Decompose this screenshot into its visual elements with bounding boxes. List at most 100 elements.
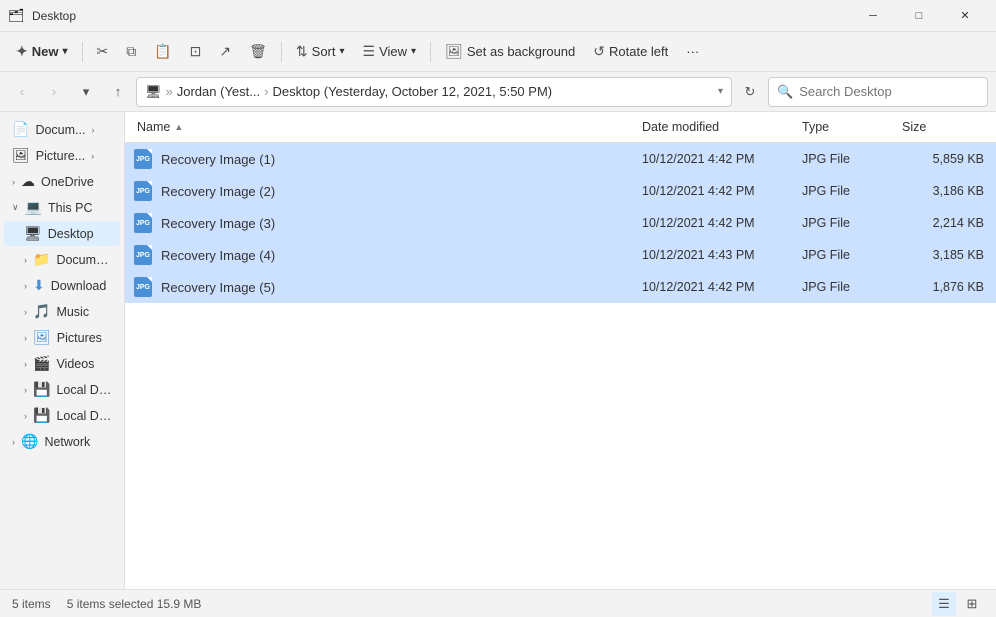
sidebar-item-label: Local Disk [56, 383, 112, 397]
column-date[interactable]: Date modified [638, 116, 798, 138]
file-list-header: Name ▲ Date modified Type Size [125, 112, 996, 143]
sidebar-item-pictures[interactable]: › 🖼 Pictures [4, 325, 120, 350]
documents-icon: 📁 [33, 251, 50, 268]
new-button[interactable]: ✦ New ▾ [8, 39, 76, 64]
back-icon: ‹ [20, 84, 24, 99]
selected-info: 5 items selected 15.9 MB [67, 597, 202, 611]
share-button[interactable]: ↗ [211, 39, 239, 64]
sidebar-item-label: Pictures [57, 331, 102, 345]
table-row[interactable]: JPG Recovery Image (5) 10/12/2021 4:42 P… [125, 271, 996, 303]
grid-view-button[interactable]: ⊞ [960, 592, 984, 616]
view-button[interactable]: ☰ View ▾ [355, 39, 425, 64]
background-icon: 🖼 [445, 43, 463, 60]
address-box[interactable]: 🖥 » Jordan (Yest... › Desktop (Yesterday… [136, 77, 732, 107]
sidebar: 📄 Docum... › 🖼 Picture... › › ☁ OneDrive… [0, 112, 125, 589]
search-input[interactable] [799, 84, 979, 99]
address-bar: ‹ › ▾ ↑ 🖥 » Jordan (Yest... › Desktop (Y… [0, 72, 996, 112]
forward-button[interactable]: › [40, 78, 68, 106]
chevron-right-icon: › [12, 177, 15, 187]
recent-locations-button[interactable]: ▾ [72, 78, 100, 106]
sidebar-item-desktop[interactable]: 🖥 Desktop [4, 221, 120, 246]
chevron-right-icon: › [24, 333, 27, 343]
rename-button[interactable]: ⊡ [182, 39, 210, 64]
sort-asc-icon: ▲ [174, 122, 183, 132]
chevron-down-icon: ∨ [12, 202, 19, 213]
minimize-button[interactable]: ─ [850, 0, 896, 32]
view-icon: ☰ [363, 43, 376, 60]
file-type: JPG File [798, 244, 898, 266]
table-row[interactable]: JPG Recovery Image (4) 10/12/2021 4:43 P… [125, 239, 996, 271]
search-box[interactable]: 🔍 [768, 77, 988, 107]
music-icon: 🎵 [33, 303, 50, 320]
rotate-left-button[interactable]: ↺ Rotate left [585, 39, 676, 64]
table-row[interactable]: JPG Recovery Image (3) 10/12/2021 4:42 P… [125, 207, 996, 239]
this-pc-icon: 💻 [25, 199, 42, 216]
status-right: ☰ ⊞ [932, 592, 984, 616]
sidebar-item-onedrive[interactable]: › ☁ OneDrive [4, 169, 120, 194]
rename-icon: ⊡ [190, 43, 202, 60]
sidebar-item-documents[interactable]: › 📁 Documen... [4, 247, 120, 272]
sidebar-item-music[interactable]: › 🎵 Music [4, 299, 120, 324]
toolbar-sep-2 [281, 42, 282, 62]
cut-button[interactable]: ✂ [89, 39, 117, 64]
status-bar: 5 items 5 items selected 15.9 MB ☰ ⊞ [0, 589, 996, 617]
file-type: JPG File [798, 180, 898, 202]
copy-button[interactable]: ⧉ [118, 39, 144, 64]
set-background-button[interactable]: 🖼 Set as background [437, 39, 583, 64]
sidebar-item-network[interactable]: › 🌐 Network [4, 429, 120, 454]
document-icon: 📄 [12, 121, 29, 138]
window-icon: 🗂 [8, 8, 24, 24]
status-left: 5 items 5 items selected 15.9 MB [12, 597, 201, 611]
sidebar-item-documents-pin[interactable]: 📄 Docum... › [4, 117, 120, 142]
back-button[interactable]: ‹ [8, 78, 36, 106]
sidebar-item-local-disk-c[interactable]: › 💾 Local Disk [4, 377, 120, 402]
refresh-button[interactable]: ↻ [736, 78, 764, 106]
more-button[interactable]: ··· [678, 40, 707, 63]
col-type-label: Type [802, 120, 829, 134]
sidebar-item-downloads[interactable]: › ⬇ Download [4, 273, 120, 298]
address-chevron-icon: ▾ [718, 86, 723, 97]
column-type[interactable]: Type [798, 116, 898, 138]
sort-label: Sort [312, 44, 336, 59]
paste-button[interactable]: 📋 [146, 39, 179, 64]
sidebar-item-label: Desktop [48, 227, 94, 241]
rotate-left-icon: ↺ [593, 43, 605, 60]
table-row[interactable]: JPG Recovery Image (2) 10/12/2021 4:42 P… [125, 175, 996, 207]
file-name: Recovery Image (1) [161, 152, 275, 167]
column-size[interactable]: Size [898, 116, 988, 138]
chevron-right-icon: › [91, 125, 94, 135]
list-view-icon: ☰ [938, 596, 950, 612]
file-size: 3,185 KB [898, 244, 988, 266]
sidebar-item-videos[interactable]: › 🎬 Videos [4, 351, 120, 376]
maximize-button[interactable]: □ [896, 0, 942, 32]
list-view-button[interactable]: ☰ [932, 592, 956, 616]
sidebar-item-pictures-pin[interactable]: 🖼 Picture... › [4, 143, 120, 168]
main-content: 📄 Docum... › 🖼 Picture... › › ☁ OneDrive… [0, 112, 996, 589]
toolbar: ✦ New ▾ ✂ ⧉ 📋 ⊡ ↗ 🗑 ⇅ Sort ▾ ☰ View ▾ 🖼 … [0, 32, 996, 72]
up-button[interactable]: ↑ [104, 78, 132, 106]
picture-icon: 🖼 [12, 147, 30, 164]
sidebar-item-label: Docum... [35, 123, 85, 137]
sidebar-item-label: Download [51, 279, 107, 293]
sidebar-item-local-disk-d[interactable]: › 💾 Local Disk [4, 403, 120, 428]
file-type: JPG File [798, 276, 898, 298]
sidebar-item-label: Local Disk [56, 409, 112, 423]
chevron-right-icon: › [91, 151, 94, 161]
file-name: Recovery Image (2) [161, 184, 275, 199]
refresh-icon: ↻ [745, 84, 756, 100]
toolbar-sep-1 [82, 42, 83, 62]
set-background-label: Set as background [467, 44, 575, 59]
jpg-file-icon: JPG [134, 149, 152, 169]
delete-button[interactable]: 🗑 [241, 39, 275, 64]
close-button[interactable]: ✕ [942, 0, 988, 32]
file-type: JPG File [798, 148, 898, 170]
sidebar-item-this-pc[interactable]: ∨ 💻 This PC [4, 195, 120, 220]
column-name[interactable]: Name ▲ [133, 116, 638, 138]
table-row[interactable]: JPG Recovery Image (1) 10/12/2021 4:42 P… [125, 143, 996, 175]
breadcrumb-current: Desktop (Yesterday, October 12, 2021, 5:… [272, 84, 552, 99]
sort-button[interactable]: ⇅ Sort ▾ [288, 39, 353, 64]
file-date: 10/12/2021 4:43 PM [638, 244, 798, 266]
file-icon: JPG [133, 245, 153, 265]
more-label: ··· [686, 44, 699, 59]
sidebar-item-label: Videos [56, 357, 94, 371]
